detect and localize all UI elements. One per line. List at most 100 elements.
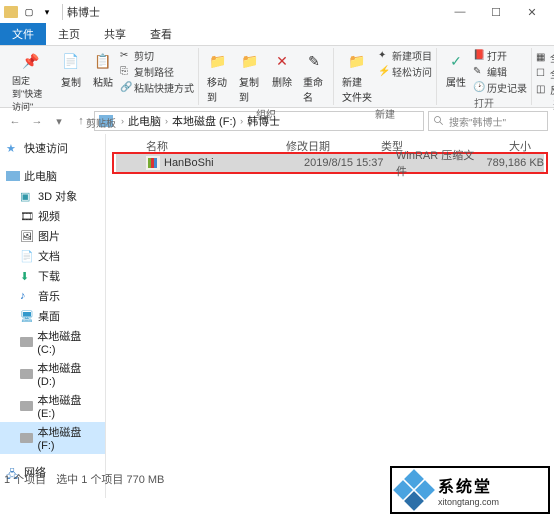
ribbon-new-group: 📁新建 文件夹 ✦新建项目 ⚡轻松访问 新建 [334,48,437,105]
file-date: 2019/8/15 15:37 [304,157,396,169]
shortcut-icon: 🔗 [120,82,132,94]
file-name: HanBoShi [164,157,304,169]
properties-button[interactable]: ✓属性 [441,48,471,95]
newitem-icon: ✦ [378,50,390,62]
history-button[interactable]: 🕑历史记录 [473,80,527,95]
copy-path-button[interactable]: ⎘复制路径 [120,64,194,79]
delete-button[interactable]: ✕删除 [267,48,297,106]
tree-desktop[interactable]: 🖥桌面 [0,306,105,326]
chevron-icon: › [165,116,168,126]
tree-documents[interactable]: 📄文档 [0,246,105,266]
selectall-button[interactable]: ▦全部选择 [536,50,554,65]
copyto-icon: 📁 [239,50,261,72]
crumb-drive[interactable]: 本地磁盘 (F:) [172,113,236,129]
music-icon: ♪ [20,290,34,302]
edit-button[interactable]: ✎编辑 [473,64,527,79]
tree-3d[interactable]: ▣3D 对象 [0,186,105,206]
qat-item[interactable]: ▾ [40,5,54,19]
window-title: 韩博士 [67,4,100,20]
title-bar: ▢ ▾ 韩博士 — ☐ ✕ [0,0,554,24]
rename-button[interactable]: ✎重命名 [299,48,329,106]
search-icon [433,115,445,127]
selectnone-button[interactable]: ☐全部取消 [536,66,554,81]
invert-button[interactable]: ◫反向选择 [536,82,554,97]
watermark-text: 系统堂 xitongtang.com [438,473,499,507]
ribbon-tabs: 文件 主页 共享 查看 [0,24,554,46]
minimize-button[interactable]: — [442,0,478,24]
tab-share[interactable]: 共享 [92,23,138,45]
status-count: 1 个项目 [4,471,46,487]
watermark-logo [396,472,432,508]
invert-icon: ◫ [536,84,548,96]
new-side: ✦新建项目 ⚡轻松访问 [378,48,432,106]
chevron-icon: › [240,116,243,126]
video-icon: 🎞 [20,210,34,222]
separator [62,4,63,20]
paste-button[interactable]: 📋粘贴 [88,48,118,115]
tab-view[interactable]: 查看 [138,23,184,45]
tree-downloads[interactable]: ⬇下载 [0,266,105,286]
tree-diskc[interactable]: 本地磁盘 (C:) [0,326,105,358]
star-icon: ★ [6,142,20,154]
move-icon: 📁 [207,50,229,72]
tab-home[interactable]: 主页 [46,23,92,45]
file-size: 789,186 KB [484,157,544,169]
pc-icon [6,171,20,181]
move-button[interactable]: 📁移动到 [203,48,233,106]
open-button[interactable]: 📕打开 [473,48,527,63]
copyto-button[interactable]: 📁复制到 [235,48,265,106]
qat-item[interactable]: ▢ [22,5,36,19]
paste-shortcut-button[interactable]: 🔗粘贴快捷方式 [120,80,194,95]
nav-tree: ★快速访问 此电脑 ▣3D 对象 🎞视频 🖼图片 📄文档 ⬇下载 ♪音乐 🖥桌面… [0,134,106,498]
tree-quick[interactable]: ★快速访问 [0,138,105,158]
folder-icon [4,6,18,18]
newitem-button[interactable]: ✦新建项目 [378,48,432,63]
close-button[interactable]: ✕ [514,0,550,24]
tree-diske[interactable]: 本地磁盘 (E:) [0,390,105,422]
download-icon: ⬇ [20,270,34,282]
clipboard-side: ✂剪切 ⎘复制路径 🔗粘贴快捷方式 [120,48,194,115]
maximize-button[interactable]: ☐ [478,0,514,24]
watermark: 系统堂 xitongtang.com [390,466,550,514]
pin-button[interactable]: 📌固定到"快速访问" [8,48,54,115]
copy-icon: 📄 [60,50,82,72]
search-input[interactable]: 搜索"韩博士" [428,111,548,131]
window-controls: — ☐ ✕ [442,0,550,24]
tree-pictures[interactable]: 🖼图片 [0,226,105,246]
tab-file[interactable]: 文件 [0,23,46,45]
selectall-icon: ▦ [536,52,548,64]
open-side: 📕打开 ✎编辑 🕑历史记录 [473,48,527,95]
copy-button[interactable]: 📄复制 [56,48,86,115]
edit-icon: ✎ [473,66,485,78]
newfolder-button[interactable]: 📁新建 文件夹 [338,48,376,106]
easyaccess-icon: ⚡ [378,66,390,78]
ribbon-organize-group: 📁移动到 📁复制到 ✕删除 ✎重命名 组织 [199,48,334,105]
desktop-icon: 🖥 [20,310,34,322]
file-type: WinRAR 压缩文件 [396,147,484,179]
status-selected: 选中 1 个项目 770 MB [56,471,164,487]
disk-icon [20,433,33,443]
path-icon: ⎘ [120,66,132,78]
cut-icon: ✂ [120,50,132,62]
properties-icon: ✓ [445,50,467,72]
history-icon: 🕑 [473,82,485,94]
paste-icon: 📋 [92,50,114,72]
tree-diskd[interactable]: 本地磁盘 (D:) [0,358,105,390]
status-bar: 1 个项目 选中 1 个项目 770 MB [4,471,164,487]
selectnone-icon: ☐ [536,68,548,80]
newfolder-icon: 📁 [346,50,368,72]
tree-diskf[interactable]: 本地磁盘 (F:) [0,422,105,454]
rar-icon [146,156,160,170]
tree-music[interactable]: ♪音乐 [0,286,105,306]
chevron-icon: › [121,116,124,126]
easyaccess-button[interactable]: ⚡轻松访问 [378,64,432,79]
disk-icon [20,369,33,379]
tree-videos[interactable]: 🎞视频 [0,206,105,226]
crumb-thispc[interactable]: 此电脑 [128,113,161,129]
file-row[interactable]: HanBoShi 2019/8/15 15:37 WinRAR 压缩文件 789… [116,154,544,172]
ribbon-select-group: ▦全部选择 ☐全部取消 ◫反向选择 选择 [532,48,554,105]
tree-thispc[interactable]: 此电脑 [0,166,105,186]
cut-button[interactable]: ✂剪切 [120,48,194,63]
rename-icon: ✎ [303,50,325,72]
file-area[interactable]: 名称 修改日期 类型 大小 HanBoShi 2019/8/15 15:37 W… [106,134,554,498]
